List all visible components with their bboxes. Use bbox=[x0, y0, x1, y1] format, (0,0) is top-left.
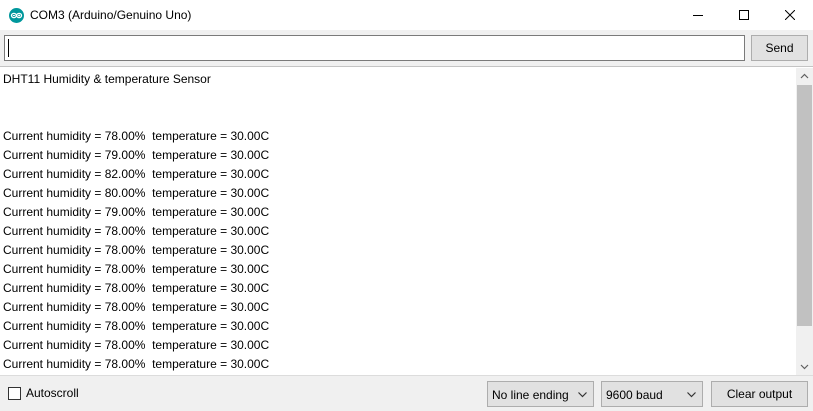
output-text-area[interactable]: DHT11 Humidity & temperature Sensor Curr… bbox=[3, 70, 793, 375]
autoscroll-checkbox[interactable] bbox=[8, 387, 21, 400]
output-line: Current humidity = 78.00% temperature = … bbox=[3, 224, 270, 238]
title-bar: COM3 (Arduino/Genuino Uno) bbox=[0, 0, 813, 30]
baud-rate-value: 9600 baud bbox=[606, 388, 663, 402]
maximize-button[interactable] bbox=[721, 0, 767, 30]
output-line: Current humidity = 78.00% temperature = … bbox=[3, 262, 270, 276]
output-line: Current humidity = 78.00% temperature = … bbox=[3, 357, 270, 371]
chevron-down-icon bbox=[578, 392, 587, 398]
close-icon bbox=[785, 10, 795, 20]
chevron-down-icon bbox=[687, 392, 696, 398]
scroll-up-button[interactable] bbox=[796, 68, 813, 85]
vertical-scrollbar[interactable] bbox=[796, 68, 813, 375]
output-line: Current humidity = 78.00% temperature = … bbox=[3, 338, 270, 352]
chevron-down-icon bbox=[800, 364, 809, 370]
serial-input[interactable] bbox=[4, 35, 745, 61]
footer-bar: Autoscroll No line ending 9600 baud Clea… bbox=[0, 375, 813, 411]
autoscroll-label: Autoscroll bbox=[26, 386, 79, 400]
serial-output: DHT11 Humidity & temperature Sensor Curr… bbox=[0, 66, 813, 375]
output-line: Current humidity = 78.00% temperature = … bbox=[3, 319, 270, 333]
output-line: Current humidity = 79.00% temperature = … bbox=[3, 205, 270, 219]
output-header-line: DHT11 Humidity & temperature Sensor bbox=[3, 72, 211, 86]
line-ending-value: No line ending bbox=[492, 388, 569, 402]
close-button[interactable] bbox=[767, 0, 813, 30]
baud-rate-select[interactable]: 9600 baud bbox=[601, 381, 703, 407]
maximize-icon bbox=[739, 10, 749, 20]
minimize-icon bbox=[693, 15, 703, 16]
output-line: Current humidity = 80.00% temperature = … bbox=[3, 186, 270, 200]
output-line: Current humidity = 78.00% temperature = … bbox=[3, 281, 270, 295]
output-line: Current humidity = 78.00% temperature = … bbox=[3, 243, 270, 257]
output-line: Current humidity = 78.00% temperature = … bbox=[3, 300, 270, 314]
arduino-icon bbox=[9, 8, 24, 23]
chevron-up-icon bbox=[800, 73, 809, 79]
output-line: Current humidity = 78.00% temperature = … bbox=[3, 129, 270, 143]
minimize-button[interactable] bbox=[675, 0, 721, 30]
output-line: Current humidity = 79.00% temperature = … bbox=[3, 148, 270, 162]
scroll-thumb[interactable] bbox=[797, 85, 812, 326]
output-line: Current humidity = 82.00% temperature = … bbox=[3, 167, 270, 181]
send-bar: Send bbox=[0, 30, 813, 66]
send-button[interactable]: Send bbox=[751, 35, 808, 61]
clear-output-button[interactable]: Clear output bbox=[711, 381, 808, 407]
line-ending-select[interactable]: No line ending bbox=[487, 381, 594, 407]
text-caret bbox=[8, 39, 9, 57]
window-title: COM3 (Arduino/Genuino Uno) bbox=[30, 8, 192, 22]
scroll-down-button[interactable] bbox=[796, 358, 813, 375]
